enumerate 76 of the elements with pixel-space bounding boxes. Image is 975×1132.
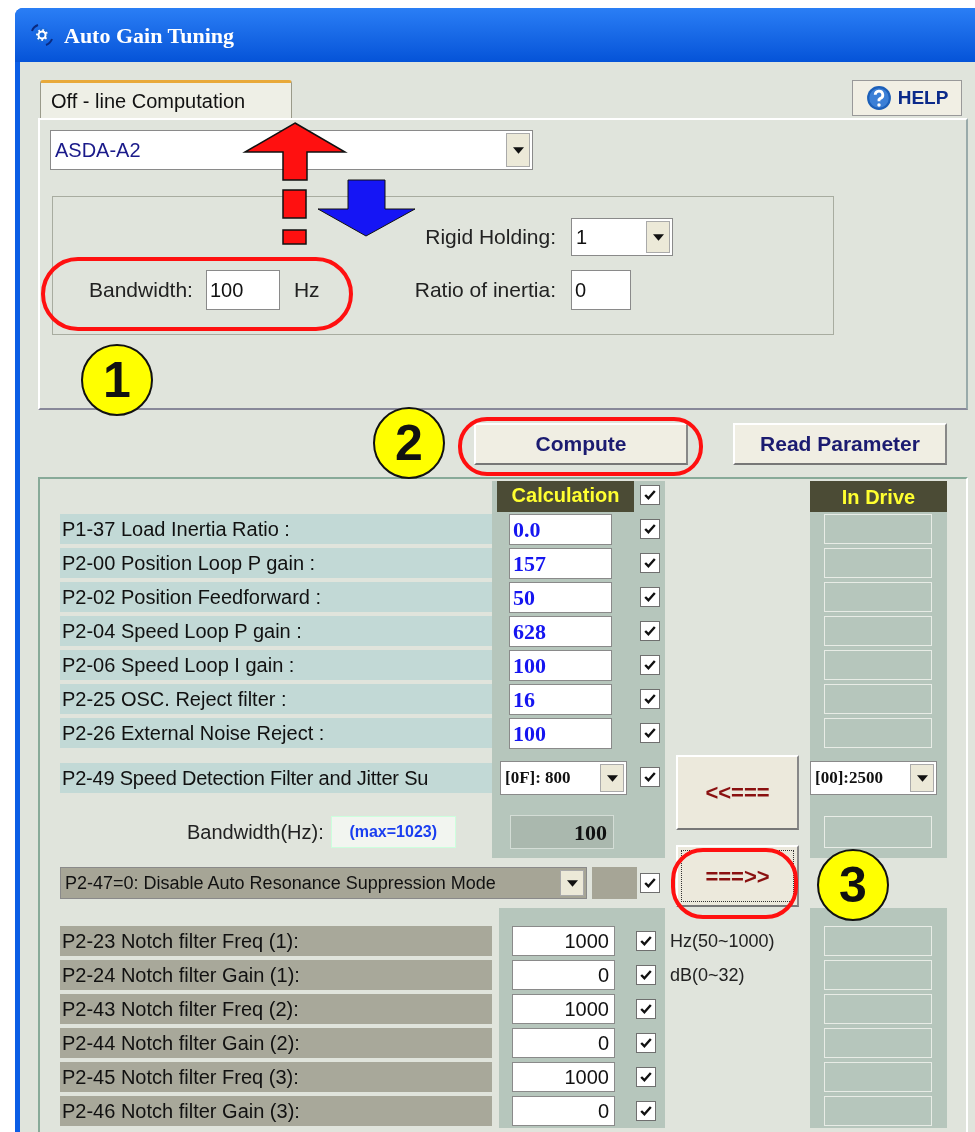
value-field[interactable]: 100 xyxy=(509,649,612,681)
checkbox[interactable] xyxy=(640,689,660,709)
field-label: Bandwidth: xyxy=(89,277,193,304)
checkbox[interactable] xyxy=(636,965,656,985)
rigid-holding-dropdown[interactable]: 1 xyxy=(571,218,673,256)
checkbox[interactable] xyxy=(640,621,660,641)
parameter-label: P2-02 Position Feedforward : xyxy=(60,582,492,612)
parameter-label: P2-04 Speed Loop P gain : xyxy=(60,616,492,646)
parameter-label: P2-44 Notch filter Gain (2): xyxy=(60,1028,492,1058)
parameter-label: P2-00 Position Loop P gain : xyxy=(60,548,492,578)
parameter-label: P2-24 Notch filter Gain (1): xyxy=(60,960,492,990)
parameter-label: P2-46 Notch filter Gain (3): xyxy=(60,1096,492,1126)
compute-button[interactable]: Compute xyxy=(474,423,688,465)
column-header: In Drive xyxy=(810,481,947,512)
caret-icon xyxy=(652,233,664,241)
caret-icon xyxy=(606,774,618,782)
column-header: Calculation xyxy=(497,481,634,512)
gear-icon xyxy=(30,23,54,47)
caret-icon xyxy=(566,879,578,887)
caret-icon xyxy=(916,774,928,782)
checkbox[interactable] xyxy=(636,1101,656,1121)
value-field[interactable]: 0 xyxy=(512,960,615,990)
copy-left-button[interactable]: <<=== xyxy=(676,755,799,830)
value-field[interactable]: 157 xyxy=(509,547,612,579)
value-field[interactable]: 50 xyxy=(509,581,612,613)
bandwidth-readout: 100 xyxy=(510,815,614,849)
checkbox[interactable] xyxy=(640,873,660,893)
parameter-label: P2-25 OSC. Reject filter : xyxy=(60,684,492,714)
help-icon xyxy=(865,85,892,111)
ratio-of-inertia-field[interactable]: 0 xyxy=(571,270,631,310)
parameter-label: P2-26 External Noise Reject : xyxy=(60,718,492,748)
field-label: Ratio of inertia: xyxy=(413,277,556,304)
tab[interactable]: Off - line Computation xyxy=(40,80,292,118)
value-field[interactable]: 0.0 xyxy=(509,513,612,545)
value-field[interactable]: 628 xyxy=(509,615,612,647)
value-field[interactable]: 0 xyxy=(512,1096,615,1126)
parameter-label: P2-43 Notch filter Freq (2): xyxy=(60,994,492,1024)
value-field[interactable]: 0 xyxy=(512,1028,615,1058)
copy-right-button[interactable]: ===>> xyxy=(676,845,799,907)
parameter-label: P2-45 Notch filter Freq (3): xyxy=(60,1062,492,1092)
window-title: Auto Gain Tuning xyxy=(64,21,234,50)
checkbox[interactable] xyxy=(636,1033,656,1053)
checkbox[interactable] xyxy=(640,767,660,787)
parameter-label: P2-49 Speed Detection Filter and Jitter Su xyxy=(60,763,492,793)
checkbox[interactable] xyxy=(636,999,656,1019)
bandwidth-field[interactable]: 100 xyxy=(205,270,280,310)
value-field[interactable]: 100 xyxy=(509,717,612,749)
model-dropdown[interactable]: ASDA-A2 xyxy=(50,130,533,170)
parameter-label: P1-37 Load Inertia Ratio : xyxy=(60,514,492,544)
field-label: Bandwidth(Hz): xyxy=(187,820,324,845)
mode-indicator xyxy=(592,867,637,899)
checkbox[interactable] xyxy=(640,587,660,607)
checkbox[interactable] xyxy=(640,519,660,539)
hint-label: (max=1023) xyxy=(330,816,456,848)
drive-filter-dropdown[interactable]: [00]:2500 xyxy=(810,761,937,795)
checkbox[interactable] xyxy=(636,1067,656,1087)
mode-dropdown[interactable]: P2-47=0: Disable Auto Resonance Suppression Mode xyxy=(60,867,587,899)
checkbox[interactable] xyxy=(640,655,660,675)
checkbox[interactable] xyxy=(640,485,660,505)
caret-icon xyxy=(512,146,524,154)
field-label: Rigid Holding: xyxy=(424,224,556,251)
value-field[interactable]: 1000 xyxy=(512,994,615,1024)
unit-label: Hz(50~1000) xyxy=(670,929,775,953)
unit-label: dB(0~32) xyxy=(670,963,745,987)
parameter-label: P2-23 Notch filter Freq (1): xyxy=(60,926,492,956)
filter-dropdown[interactable]: [0F]: 800 xyxy=(500,761,627,795)
value-field[interactable]: 1000 xyxy=(512,1062,615,1092)
checkbox[interactable] xyxy=(640,553,660,573)
value-field[interactable]: 16 xyxy=(509,683,612,715)
checkbox[interactable] xyxy=(640,723,660,743)
help-button[interactable]: HELP xyxy=(852,80,962,116)
value-field[interactable]: 1000 xyxy=(512,926,615,956)
unit-label: Hz xyxy=(293,277,320,304)
read-parameter-button[interactable]: Read Parameter xyxy=(733,423,947,465)
parameter-label: P2-06 Speed Loop I gain : xyxy=(60,650,492,680)
checkbox[interactable] xyxy=(636,931,656,951)
